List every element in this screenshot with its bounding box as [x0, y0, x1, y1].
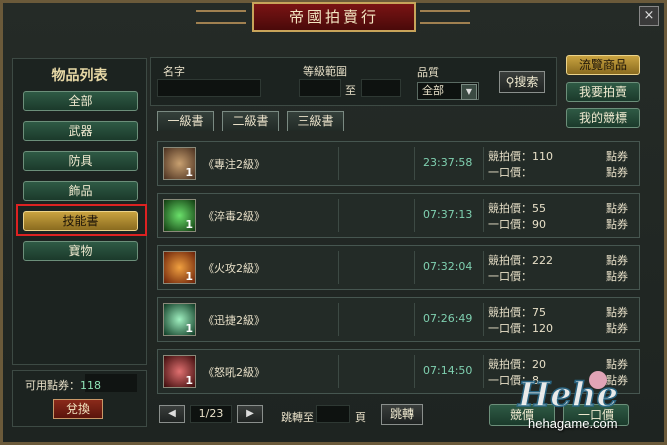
bid-unit: 點券 [606, 254, 628, 267]
category-treasures[interactable]: 寶物 [23, 241, 138, 261]
watermark: Hehe hehagame.com [510, 360, 660, 440]
points-value: 118 [80, 379, 101, 392]
prev-page-button[interactable]: ◀ [159, 405, 185, 423]
window-title: 帝國拍賣行 [252, 2, 416, 32]
listing-row[interactable]: 1 《淬毒2級》 07:37:13 競拍價：55 一口價：90 點券 點券 [157, 193, 640, 238]
browse-items-button[interactable]: 流覽商品 [566, 55, 640, 75]
page-unit-label: 頁 [355, 411, 366, 424]
jump-to-label: 跳轉至 [281, 411, 314, 424]
sidebar-title: 物品列表 [51, 68, 108, 84]
skill-book-icon: 1 [163, 355, 196, 388]
listing-bid: 競拍價：110 [488, 150, 553, 163]
skill-book-icon: 1 [163, 251, 196, 284]
listing-name: 《怒吼2級》 [203, 366, 265, 379]
search-bar: 名字 等級範圍 至 品質 全部 ▼ ⚲搜索 [150, 57, 557, 106]
sell-item-button[interactable]: 我要拍賣 [566, 82, 640, 102]
chevron-right-icon: ▶ [246, 408, 254, 419]
listing-row[interactable]: 1 《火攻2級》 07:32:04 競拍價：222 一口價： 點券 點券 [157, 245, 640, 290]
skill-book-icon: 1 [163, 147, 196, 180]
listing-time: 07:32:04 [423, 260, 473, 273]
search-button[interactable]: ⚲搜索 [499, 71, 545, 93]
category-all[interactable]: 全部 [23, 91, 138, 111]
go-to-page-button[interactable]: 跳轉 [381, 404, 423, 425]
listing-name: 《淬毒2級》 [203, 210, 265, 223]
tab-level-1-books[interactable]: 一級書 [157, 111, 214, 131]
buyout-unit: 點券 [606, 166, 628, 179]
name-input[interactable] [157, 79, 261, 97]
listing-row[interactable]: 1 《迅捷2級》 07:26:49 競拍價：75 一口價：120 點券 點券 [157, 297, 640, 342]
watermark-url: hehagame.com [528, 416, 618, 431]
bid-unit: 點券 [606, 306, 628, 319]
skill-book-icon: 1 [163, 199, 196, 232]
listing-name: 《火攻2級》 [203, 262, 265, 275]
bid-unit: 點券 [606, 150, 628, 163]
listing-buyout: 一口價：120 [488, 322, 553, 335]
listing-time: 23:37:58 [423, 156, 473, 169]
category-armor[interactable]: 防具 [23, 151, 138, 171]
name-label: 名字 [163, 65, 185, 78]
category-accessories[interactable]: 飾品 [23, 181, 138, 201]
listing-time: 07:26:49 [423, 312, 473, 325]
bid-unit: 點券 [606, 202, 628, 215]
highlight-frame [16, 204, 147, 236]
buyout-unit: 點券 [606, 218, 628, 231]
points-panel: 可用點券：118 兌換 [12, 370, 147, 427]
level-max-input[interactable] [361, 79, 401, 97]
chevron-down-icon[interactable]: ▼ [461, 84, 477, 100]
listing-bid: 競拍價：55 [488, 202, 546, 215]
tab-level-2-books[interactable]: 二級書 [222, 111, 279, 131]
exchange-button[interactable]: 兌換 [53, 399, 103, 419]
listing-buyout: 一口價：90 [488, 218, 546, 231]
listing-row[interactable]: 1 《專注2級》 23:37:58 競拍價：110 一口價： 點券 點券 [157, 141, 640, 186]
listing-buyout: 一口價： [488, 270, 532, 283]
skill-book-icon: 1 [163, 303, 196, 336]
close-button[interactable]: × [639, 6, 659, 26]
search-button-label: 搜索 [514, 75, 539, 89]
level-min-input[interactable] [299, 79, 341, 97]
page-number-input[interactable] [316, 405, 350, 423]
listing-name: 《專注2級》 [203, 158, 265, 171]
quality-value: 全部 [422, 84, 444, 97]
tab-level-3-books[interactable]: 三級書 [287, 111, 344, 131]
listing-time: 07:14:50 [423, 364, 473, 377]
level-range-label: 等級範圍 [303, 65, 347, 78]
points-label: 可用點券：118 [25, 379, 101, 392]
page-indicator: 1/23 [190, 405, 232, 423]
listing-bid: 競拍價：75 [488, 306, 546, 319]
my-bids-button[interactable]: 我的競標 [566, 108, 640, 128]
category-weapons[interactable]: 武器 [23, 121, 138, 141]
chevron-left-icon: ◀ [168, 408, 176, 419]
listing-time: 07:37:13 [423, 208, 473, 221]
title-ornament-left [196, 10, 246, 24]
quality-select[interactable]: 全部 ▼ [417, 82, 479, 100]
buyout-unit: 點券 [606, 270, 628, 283]
listing-name: 《迅捷2級》 [203, 314, 265, 327]
level-to-label: 至 [345, 84, 356, 97]
listing-buyout: 一口價： [488, 166, 532, 179]
title-ornament-right [420, 10, 470, 24]
buyout-unit: 點券 [606, 322, 628, 335]
listing-bid: 競拍價：222 [488, 254, 553, 267]
quality-label: 品質 [417, 66, 439, 79]
next-page-button[interactable]: ▶ [237, 405, 263, 423]
